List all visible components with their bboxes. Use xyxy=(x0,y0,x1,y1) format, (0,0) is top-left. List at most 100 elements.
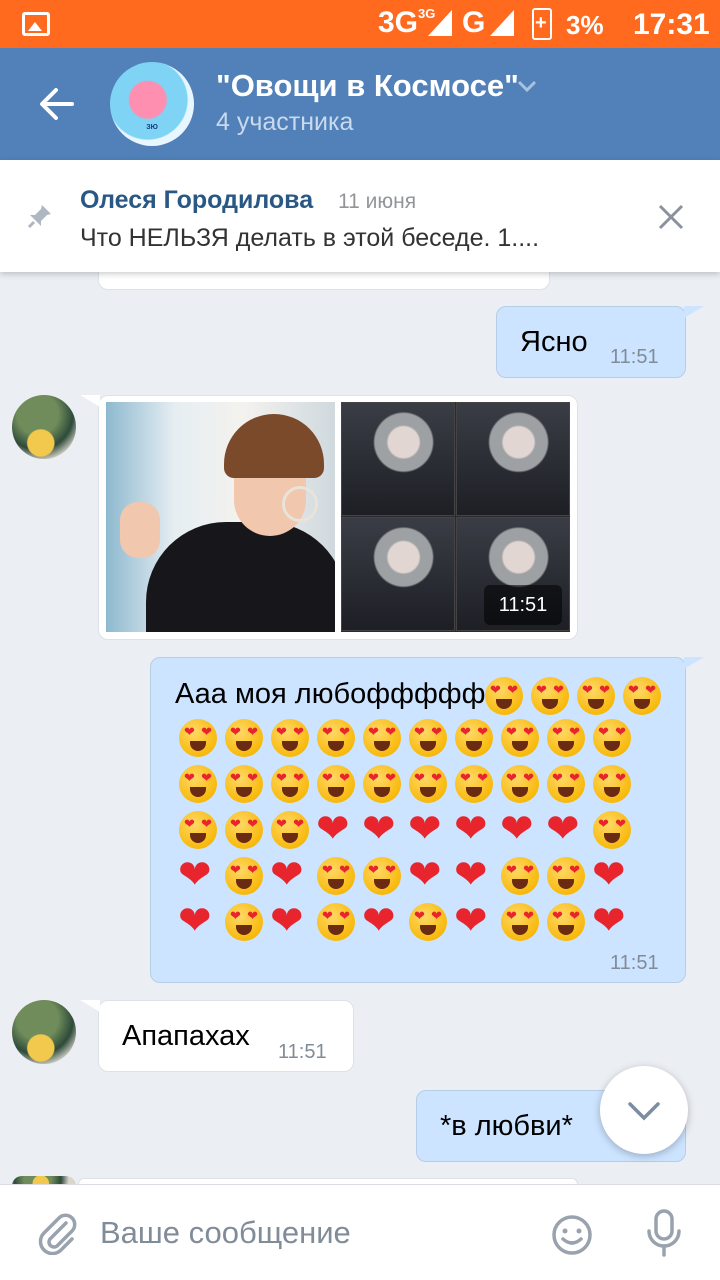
heart-eyes-face-icon xyxy=(593,765,631,803)
avatar[interactable] xyxy=(12,395,76,459)
heart-eyes-emoji xyxy=(452,762,498,808)
emoji-mouth xyxy=(190,787,206,797)
heart-eyes-face-icon xyxy=(455,765,493,803)
emoji-mouth xyxy=(420,787,436,797)
heart-eyes-face-icon xyxy=(455,719,493,757)
heart-eyes-face-icon xyxy=(501,765,539,803)
photo-tile xyxy=(341,402,455,516)
red-heart-emoji: ❤ xyxy=(268,898,314,946)
red-heart-emoji: ❤ xyxy=(590,898,636,946)
red-heart-emoji: ❤ xyxy=(360,806,406,854)
emoji-mouth xyxy=(328,741,344,751)
message-composer xyxy=(0,1184,720,1280)
heart-eyes-face-icon xyxy=(317,765,355,803)
members-count[interactable]: 4 участника xyxy=(216,108,353,137)
heart-eyes-emoji xyxy=(222,854,268,900)
status-bar: 3G3G G 3% 17:31 xyxy=(0,0,720,48)
photo-tile xyxy=(341,517,455,631)
heart-icon: ❤ xyxy=(362,806,396,852)
chat-title[interactable]: "Овощи в Космосе" xyxy=(216,68,519,104)
heart-eyes-face-icon xyxy=(501,903,539,941)
heart-eyes-face-icon xyxy=(531,677,569,715)
battery-icon xyxy=(532,8,552,40)
network-g-label: G xyxy=(462,6,486,39)
heart-icon: ❤ xyxy=(454,898,488,944)
emoji-grid: ❤ ❤ ❤ ❤ ❤ ❤ ❤ ❤ ❤ ❤ ❤ ❤ ❤ ❤ ❤ ❤ xyxy=(176,716,636,946)
heart-eyes-emoji xyxy=(590,808,636,854)
message-input[interactable] xyxy=(100,1207,520,1259)
heart-icon: ❤ xyxy=(408,806,442,852)
heart-eyes-emoji xyxy=(314,900,360,946)
heart-eyes-face-icon xyxy=(271,719,309,757)
network-3g-label: 3G3G xyxy=(378,6,436,39)
emoji-mouth xyxy=(374,787,390,797)
close-icon[interactable] xyxy=(656,202,686,232)
pinned-date: 11 июня xyxy=(338,190,417,213)
bubble-tail xyxy=(80,395,100,407)
smile-icon[interactable] xyxy=(550,1213,594,1257)
heart-eyes-emoji xyxy=(528,674,574,720)
pinned-message[interactable]: Олеся Городилова 11 июня Что НЕЛЬЗЯ дела… xyxy=(0,160,720,272)
emoji-mouth xyxy=(466,787,482,797)
heart-eyes-face-icon xyxy=(363,765,401,803)
emoji-mouth xyxy=(420,741,436,751)
chat-avatar[interactable]: ЗЮ xyxy=(110,62,194,146)
emoji-mouth xyxy=(374,741,390,751)
emoji-mouth xyxy=(558,925,574,935)
bubble-tail xyxy=(80,1000,100,1012)
heart-eyes-face-icon xyxy=(225,903,263,941)
clock: 17:31 xyxy=(633,8,710,41)
emoji-mouth xyxy=(558,741,574,751)
heart-eyes-emoji xyxy=(544,762,590,808)
heart-eyes-emoji xyxy=(222,716,268,762)
heart-eyes-emoji xyxy=(268,808,314,854)
heart-icon: ❤ xyxy=(546,806,580,852)
heart-eyes-emoji xyxy=(498,716,544,762)
heart-eyes-face-icon xyxy=(317,857,355,895)
heart-icon: ❤ xyxy=(408,852,442,898)
emoji-mouth xyxy=(236,833,252,843)
message-time: 11:51 xyxy=(610,346,659,368)
heart-eyes-emoji xyxy=(590,716,636,762)
signal-icon xyxy=(490,10,514,36)
heart-eyes-emoji xyxy=(406,762,452,808)
heart-eyes-emoji xyxy=(222,762,268,808)
emoji-mouth xyxy=(282,833,298,843)
message-time: 11:51 xyxy=(610,952,659,974)
avatar[interactable] xyxy=(12,1000,76,1064)
bubble-tail xyxy=(684,306,704,318)
red-heart-emoji: ❤ xyxy=(590,852,636,900)
heart-eyes-face-icon xyxy=(577,677,615,715)
heart-icon: ❤ xyxy=(270,852,304,898)
back-arrow-icon[interactable] xyxy=(36,84,76,124)
heart-eyes-face-icon xyxy=(363,719,401,757)
heart-eyes-emoji xyxy=(360,854,406,900)
heart-eyes-face-icon xyxy=(225,811,263,849)
heart-eyes-face-icon xyxy=(593,811,631,849)
heart-eyes-face-icon xyxy=(547,857,585,895)
heart-eyes-emoji xyxy=(176,762,222,808)
heart-eyes-emoji xyxy=(314,854,360,900)
emoji-mouth xyxy=(512,925,528,935)
red-heart-emoji: ❤ xyxy=(452,898,498,946)
pinned-author: Олеся Городилова xyxy=(80,186,314,214)
heart-eyes-emoji xyxy=(222,900,268,946)
heart-eyes-emoji xyxy=(406,900,452,946)
heart-icon: ❤ xyxy=(500,806,534,852)
red-heart-emoji: ❤ xyxy=(314,806,360,854)
heart-eyes-emoji xyxy=(590,762,636,808)
heart-icon: ❤ xyxy=(178,852,212,898)
pin-icon xyxy=(27,205,51,229)
emoji-mouth xyxy=(512,879,528,889)
chevron-down-icon[interactable] xyxy=(516,78,538,94)
heart-eyes-emoji xyxy=(314,716,360,762)
photo-attachment[interactable] xyxy=(106,402,335,632)
mic-icon[interactable] xyxy=(644,1209,684,1259)
scroll-to-bottom-button[interactable] xyxy=(600,1066,688,1154)
paperclip-icon[interactable] xyxy=(36,1211,80,1255)
red-heart-emoji: ❤ xyxy=(176,898,222,946)
heart-eyes-face-icon xyxy=(501,719,539,757)
heart-icon: ❤ xyxy=(178,898,212,944)
heart-eyes-face-icon xyxy=(593,719,631,757)
emoji-mouth xyxy=(496,699,512,709)
